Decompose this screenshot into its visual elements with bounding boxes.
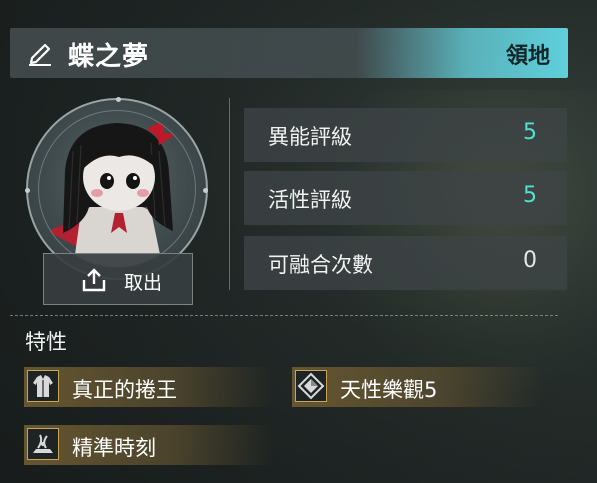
vertical-divider	[229, 98, 230, 290]
section-divider	[10, 315, 558, 316]
trait-item[interactable]: 真正的捲王	[24, 367, 274, 407]
stat-value: 0	[523, 248, 537, 273]
trait-item[interactable]: 精準時刻	[24, 425, 274, 465]
retrieve-button[interactable]: 取出	[43, 253, 193, 305]
stat-value: 5	[523, 183, 537, 208]
trait-item[interactable]: 天性樂觀5	[292, 367, 542, 407]
trait-label: 天性樂觀5	[340, 378, 438, 402]
pencil-edit-icon[interactable]	[26, 40, 54, 66]
diamond-icon	[295, 370, 327, 402]
frame-stud	[25, 188, 30, 193]
retrieve-label: 取出	[124, 272, 163, 294]
stat-label: 活性評級	[268, 188, 352, 212]
stat-row-ability-rating: 異能評級 5	[244, 108, 567, 162]
doll-name: 蝶之夢	[68, 42, 150, 72]
trait-label: 真正的捲王	[72, 378, 177, 402]
traits-heading: 特性	[25, 330, 67, 354]
frame-stud	[116, 97, 121, 102]
stat-label: 異能評級	[268, 125, 352, 149]
avatar	[38, 110, 196, 268]
doll-portrait-icon	[47, 119, 175, 267]
upload-icon	[81, 267, 107, 293]
frame-stud	[203, 188, 208, 193]
hourglass-icon	[27, 428, 59, 460]
stat-value: 5	[523, 120, 537, 145]
stat-row-fusion-count: 可融合次數 0	[244, 236, 567, 290]
title-bar: 蝶之夢 領地	[10, 28, 568, 78]
coat-icon	[27, 370, 59, 402]
stat-label: 可融合次數	[268, 253, 373, 277]
trait-label: 精準時刻	[72, 436, 156, 460]
territory-label[interactable]: 領地	[506, 38, 550, 70]
stat-row-activity-rating: 活性評級 5	[244, 171, 567, 225]
